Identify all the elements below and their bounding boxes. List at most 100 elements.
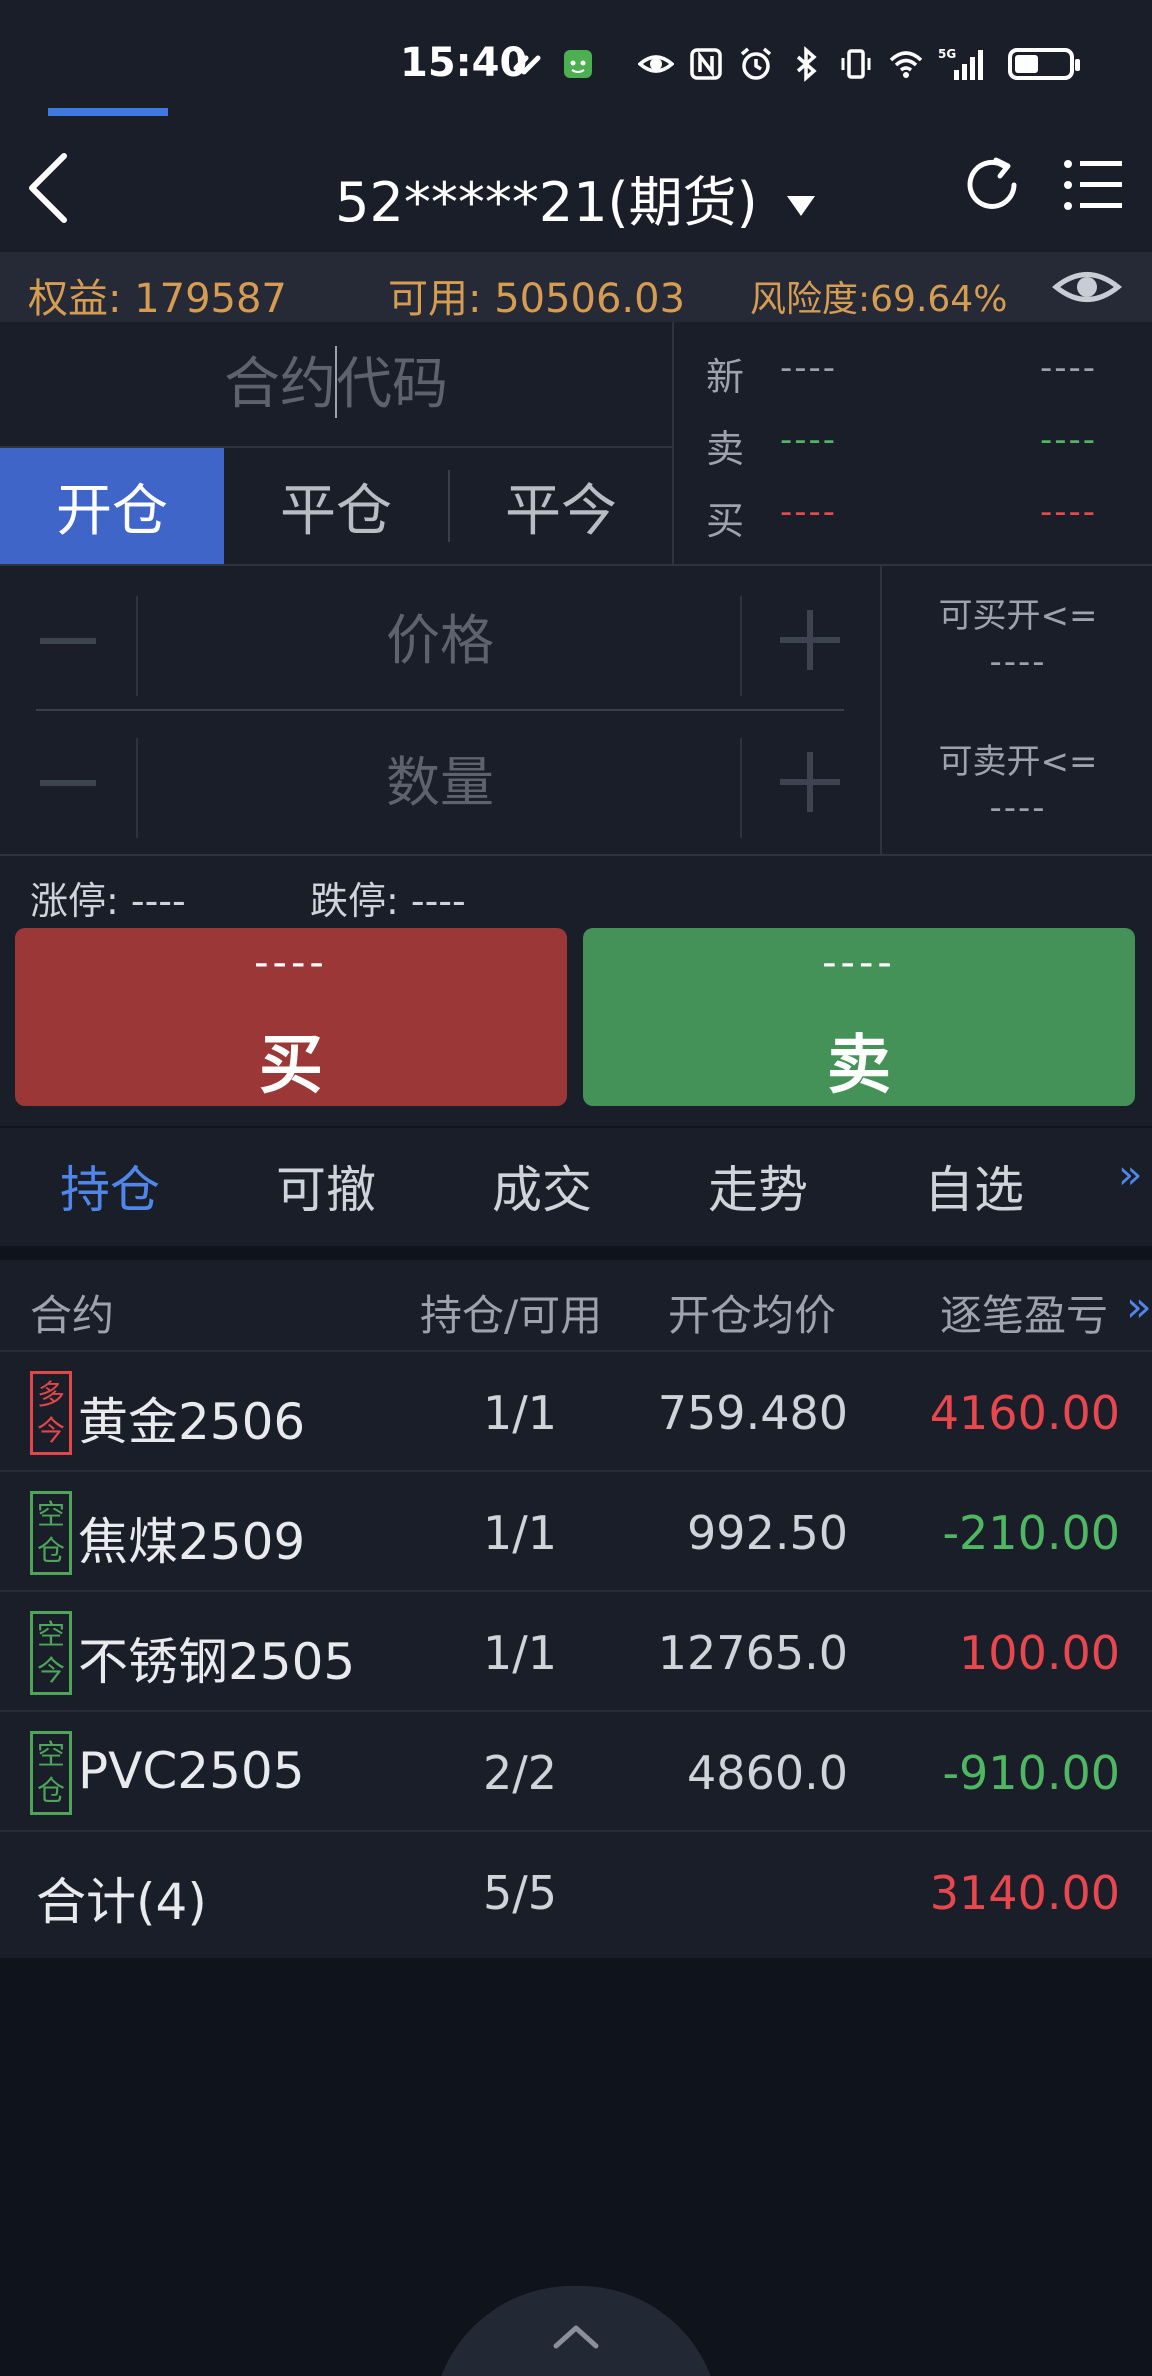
equity-value: 权益: 179587 [28,276,287,322]
table-row[interactable]: 空仓 焦煤2509 1/1 992.50 -210.00 [0,1470,1152,1590]
quote-ask-volume: ---- [1040,420,1098,460]
hold-available: 1/1 [482,1506,558,1560]
table-row[interactable]: 空今 不锈钢2505 1/1 12765.0 100.00 [0,1590,1152,1710]
qty-increase-button[interactable] [780,752,840,812]
risk-value: 风险度:69.64% [750,279,1008,320]
text-caret [335,346,337,418]
max-open-panel: 可买开<= ---- 可卖开<= ---- [880,564,1152,854]
sell-price: ---- [822,940,896,986]
avg-price: 12765.0 [657,1626,848,1680]
quote-bid-price: ---- [780,492,838,532]
position-badge: 空仓 [30,1491,72,1575]
qty-decrease-button[interactable] [40,780,96,786]
sell-label: 卖 [827,1029,891,1103]
pnl-value: -910.00 [942,1746,1120,1800]
quote-bid-volume: ---- [1040,492,1098,532]
vibrate-icon [838,46,874,82]
quote-label-last: 新 [706,355,745,399]
quote-label-bid: 买 [706,499,745,543]
caret-down-icon [786,196,815,217]
quote-label-ask: 卖 [706,427,745,471]
nfc-icon [688,46,724,82]
header-avg-price: 开仓均价 [668,1291,837,1340]
cat-icon [560,46,596,82]
eye-icon [638,46,674,82]
status-time: 15:40 [400,40,528,86]
sell-button[interactable]: ---- 卖 [583,928,1135,1106]
bluetooth-icon [788,46,824,82]
tab-cancellable[interactable]: 可撤 [276,1150,376,1222]
input-divider [740,596,742,696]
refresh-icon [967,157,1017,209]
max-buy-label: 可买开<= [938,596,1098,636]
buy-price: ---- [254,940,328,986]
pnl-value: -210.00 [942,1506,1120,1560]
available-value: 可用: 50506.03 [388,276,686,322]
trade-actions: 涨停: ---- 跌停: ---- ---- 买 ---- 卖 [0,854,1152,1126]
eye-icon [1052,272,1122,302]
table-row[interactable]: 空仓 PVC2505 2/2 4860.0 -910.00 [0,1710,1152,1830]
total-pnl: 3140.00 [929,1866,1120,1920]
header-contract: 合约 [30,1291,115,1340]
buy-button[interactable]: ---- 买 [15,928,567,1106]
header-pnl[interactable]: 逐笔盈亏 [940,1282,1108,1343]
input-divider [136,738,138,838]
avg-price: 759.480 [657,1386,848,1440]
pnl-value: 4160.00 [929,1386,1120,1440]
alarm-icon [738,46,774,82]
input-divider [740,738,742,838]
double-chevron-right-icon[interactable]: » [1126,1282,1152,1331]
account-title: 52*****21(期货) [335,171,758,234]
position-badge: 多今 [30,1371,72,1455]
expand-handle[interactable] [432,2286,720,2376]
status-icons: 5G [510,44,990,84]
tab-positions[interactable]: 持仓 [60,1150,160,1222]
total-hold: 5/5 [482,1866,558,1920]
double-chevron-right-icon[interactable]: » [1118,1152,1142,1198]
tab-close-today[interactable]: 平今 [450,448,672,564]
quantity-input[interactable] [140,732,740,832]
max-buy-value: ---- [989,642,1047,682]
contract-name: PVC2505 [78,1742,305,1800]
price-input[interactable] [140,590,740,690]
price-decrease-button[interactable] [40,638,96,644]
bottom-tabs: 持仓 可撤 成交 走势 自选 » [0,1128,1152,1246]
refresh-button[interactable] [960,152,1026,218]
buy-label: 买 [259,1029,323,1103]
total-label: 合计(4) [36,1873,207,1931]
toggle-visibility-button[interactable] [1052,260,1122,314]
order-type-tabs: 开仓 平仓 平今 [0,446,672,564]
price-increase-button[interactable] [780,610,840,670]
tab-watchlist[interactable]: 自选 [924,1150,1024,1222]
svg-text:5G: 5G [938,47,956,61]
contract-name: 不锈钢2505 [78,1633,356,1691]
quote-last-change: ---- [1040,348,1098,388]
hold-available: 2/2 [482,1746,558,1800]
limit-down: 跌停: ---- [310,879,466,923]
menu-button[interactable] [1062,154,1124,216]
avg-price: 992.50 [687,1506,848,1560]
quote-panel: 新 ---- ---- 卖 ---- ---- 买 ---- ---- [672,322,1152,564]
account-info-bar: 权益: 179587 可用: 50506.03 风险度:69.64% [0,252,1152,322]
quote-last-price: ---- [780,348,838,388]
inputs-divider [36,709,844,711]
tab-trend[interactable]: 走势 [708,1150,808,1222]
table-row[interactable]: 多今 黄金2506 1/1 759.480 4160.00 [0,1350,1152,1470]
tab-trades[interactable]: 成交 [492,1150,592,1222]
header: 52*****21(期货) [0,130,1152,252]
battery-icon [1008,48,1080,80]
contract-name: 焦煤2509 [78,1513,306,1571]
pnl-value: 100.00 [959,1626,1120,1680]
quote-ask-price: ---- [780,420,838,460]
max-sell-value: ---- [989,788,1047,828]
total-row: 合计(4) 5/5 3140.00 [0,1830,1152,1950]
chevron-up-icon [553,2325,599,2349]
hold-available: 1/1 [482,1626,558,1680]
tab-open[interactable]: 开仓 [0,448,224,564]
hold-available: 1/1 [482,1386,558,1440]
tab-close[interactable]: 平仓 [224,448,448,564]
input-divider [136,596,138,696]
5g-signal-icon: 5G [938,46,990,82]
wifi-icon [888,46,924,82]
limit-up: 涨停: ---- [30,879,186,923]
